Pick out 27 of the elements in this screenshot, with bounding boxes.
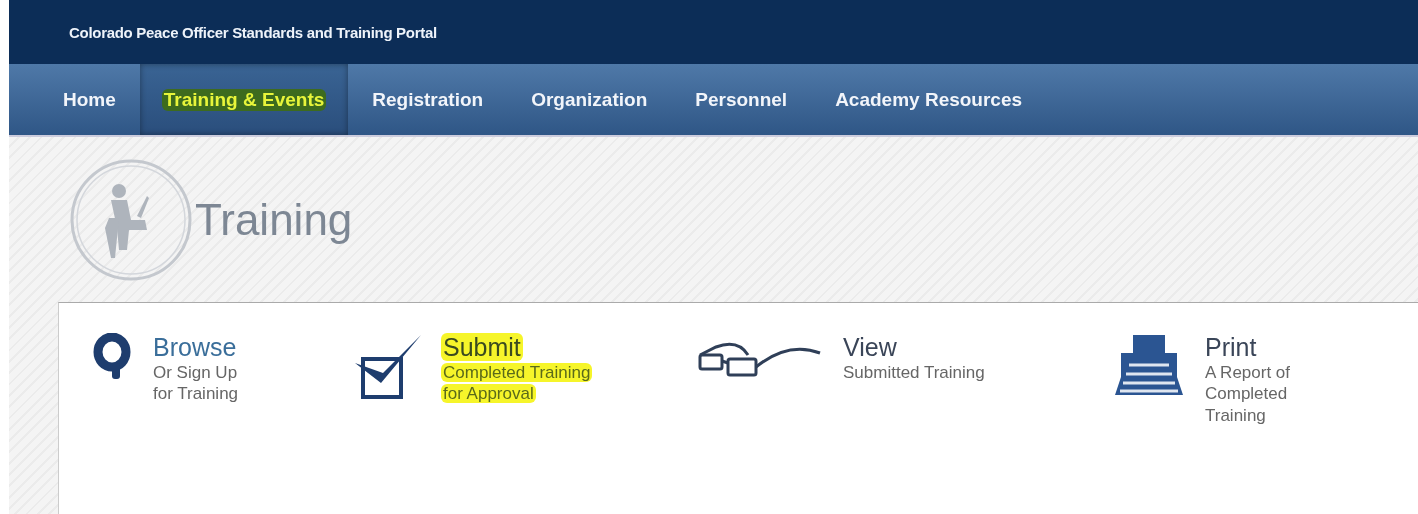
action-link[interactable]: Submit Completed Training for Approval [353, 333, 698, 514]
action-description: Completed Training [441, 362, 593, 384]
action-link[interactable]: Browse Or Sign Up for Training [93, 333, 353, 514]
person-at-laptop-icon [69, 157, 193, 282]
nav-tab[interactable]: Registration [348, 64, 508, 135]
action-link[interactable]: View Submitted Training [698, 333, 1113, 514]
action-description: Training [1204, 404, 1267, 426]
action-link[interactable]: Print A Report of Completed Training [1113, 333, 1313, 514]
nav-tab[interactable]: Academy Resources [811, 64, 1047, 135]
action-title: View [842, 333, 898, 362]
printer-icon [1113, 333, 1185, 397]
nav-tab[interactable]: Training & Events [139, 64, 349, 135]
action-title: Print [1204, 333, 1258, 362]
nav-tab[interactable]: Organization [507, 64, 672, 135]
action-description: Or Sign Up [152, 362, 239, 384]
action-description: for Training [152, 383, 240, 405]
action-description: A Report of [1204, 362, 1292, 384]
page-title: Training [195, 194, 353, 245]
magnifier-icon [93, 333, 133, 381]
action-title: Submit [441, 333, 523, 362]
portal-title: Colorado Peace Officer Standards and Training Portal [69, 23, 437, 41]
action-description: for Approval [441, 383, 536, 405]
action-description: Submitted Training [842, 362, 986, 384]
nav-tab[interactable]: Home [39, 64, 140, 135]
action-description: Completed [1204, 383, 1289, 405]
nav-tab[interactable]: Personnel [671, 64, 812, 135]
action-title: Browse [152, 333, 238, 362]
